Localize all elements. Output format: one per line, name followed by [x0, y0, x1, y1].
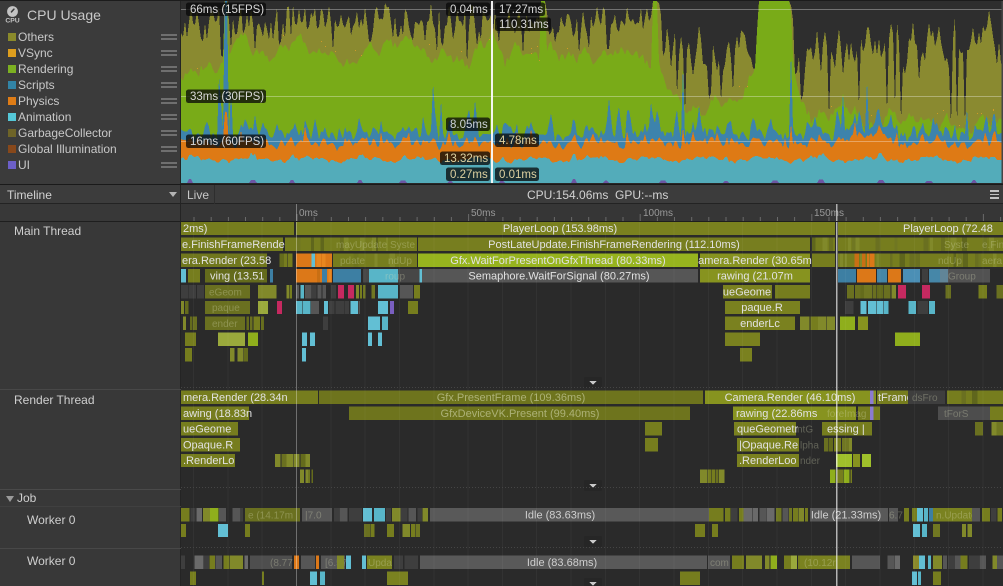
svg-text:ndUp: ndUp	[938, 256, 962, 267]
svg-text:8.05ms: 8.05ms	[450, 119, 488, 131]
svg-text:nder: nder	[800, 456, 821, 467]
svg-text:33ms (30FPS): 33ms (30FPS)	[190, 91, 264, 103]
svg-text:rawing (21.07m: rawing (21.07m	[717, 271, 793, 283]
svg-text:100ms: 100ms	[643, 208, 673, 219]
svg-text:(10.12r: (10.12r	[804, 558, 836, 569]
svg-text:Idle (83.68ms): Idle (83.68ms)	[527, 557, 597, 569]
svg-text:amera.Render (30.65m: amera.Render (30.65m	[698, 255, 812, 267]
svg-text:roup: roup	[385, 272, 405, 283]
svg-text:13.32ms: 13.32ms	[444, 153, 488, 165]
svg-text:CPU: CPU	[5, 17, 19, 24]
svg-text:0.27ms: 0.27ms	[450, 169, 488, 181]
svg-text:110.31ms: 110.31ms	[499, 19, 549, 31]
svg-text:Syste: Syste	[390, 240, 415, 251]
svg-text:e.Fin: e.Fin	[982, 240, 1003, 251]
svg-text:4.78ms: 4.78ms	[499, 135, 537, 147]
svg-text:|Opaque.Re: |Opaque.Re	[739, 439, 798, 451]
svg-text:mayUpdate: mayUpdate	[336, 240, 388, 251]
svg-text:tFrame: tFrame	[878, 392, 913, 404]
svg-text:Gfx.PresentFrame (109.36ms): Gfx.PresentFrame (109.36ms)	[437, 392, 586, 404]
svg-text:eGeom: eGeom	[209, 287, 242, 298]
svg-text:.RenderLo: .RenderLo	[183, 455, 234, 467]
svg-text:ender: ender	[212, 319, 238, 330]
svg-text:lpha: lpha	[800, 440, 819, 451]
svg-text:Syste: Syste	[944, 240, 969, 251]
svg-text:e (14.17m: e (14.17m	[248, 510, 293, 521]
svg-text:17.27ms: 17.27ms	[499, 4, 543, 16]
svg-text:Semaphore.WaitForSignal (80.27: Semaphore.WaitForSignal (80.27ms)	[468, 271, 649, 283]
svg-text:|7.0: |7.0	[305, 510, 322, 521]
svg-text:PostLateUpdate.FinishFrameRend: PostLateUpdate.FinishFrameRendering (112…	[488, 239, 740, 251]
svg-text:ueGeome: ueGeome	[723, 286, 771, 298]
svg-text:mera.Render (28.34n: mera.Render (28.34n	[183, 392, 288, 404]
svg-text:paque: paque	[212, 303, 240, 314]
svg-text:enderLc: enderLc	[740, 318, 780, 330]
svg-text:aera: aera	[982, 256, 1002, 267]
svg-text:(8.77: (8.77	[270, 558, 293, 569]
svg-text:Gfx.WaitForPresentOnGfxThread: Gfx.WaitForPresentOnGfxThread (80.33ms)	[450, 255, 665, 267]
svg-text:ndUp: ndUp	[388, 256, 412, 267]
svg-text:ueGeome: ueGeome	[183, 424, 231, 436]
svg-text:ving (13.51: ving (13.51	[210, 271, 264, 283]
svg-text:PlayerLoop (153.98ms): PlayerLoop (153.98ms)	[503, 223, 617, 235]
svg-text:150ms: 150ms	[814, 208, 844, 219]
svg-text:.RenderLoo: .RenderLoo	[739, 455, 797, 467]
svg-text:Camera.Render (46.10ms): Camera.Render (46.10ms)	[725, 392, 856, 404]
svg-text:6.7: 6.7	[889, 510, 903, 521]
svg-text:pdate: pdate	[340, 256, 365, 267]
svg-text:queGeometr: queGeometr	[737, 424, 798, 436]
svg-text:16ms (60FPS): 16ms (60FPS)	[190, 136, 264, 148]
svg-text:2ms): 2ms)	[183, 223, 207, 235]
svg-text:PlayerLoop (72.48: PlayerLoop (72.48	[903, 223, 993, 235]
svg-text:[6.57: [6.57	[325, 558, 348, 569]
svg-text:Group: Group	[948, 272, 976, 283]
svg-text:66ms (15FPS): 66ms (15FPS)	[190, 4, 264, 16]
svg-text:era.Render (23.58: era.Render (23.58	[182, 255, 271, 267]
svg-text:n.Update: n.Update	[936, 510, 977, 521]
svg-text:Opaque.R: Opaque.R	[183, 439, 233, 451]
svg-text:com: com	[710, 558, 729, 569]
svg-text:dsFro: dsFro	[912, 393, 938, 404]
svg-text:0.04ms: 0.04ms	[450, 4, 488, 16]
svg-text:e.FinishFrameRende: e.FinishFrameRende	[182, 239, 285, 251]
svg-text:Idle (83.63ms): Idle (83.63ms)	[525, 509, 595, 521]
svg-text:50ms: 50ms	[471, 208, 495, 219]
svg-text:tForS: tForS	[944, 409, 969, 420]
svg-text:Upda: Upda	[368, 558, 392, 569]
svg-text:0.01ms: 0.01ms	[499, 169, 537, 181]
svg-text:GfxDeviceVK.Present (99.40ms): GfxDeviceVK.Present (99.40ms)	[441, 408, 600, 420]
svg-text:foreImag: foreImag	[827, 409, 866, 420]
svg-text:0ms: 0ms	[299, 208, 318, 219]
